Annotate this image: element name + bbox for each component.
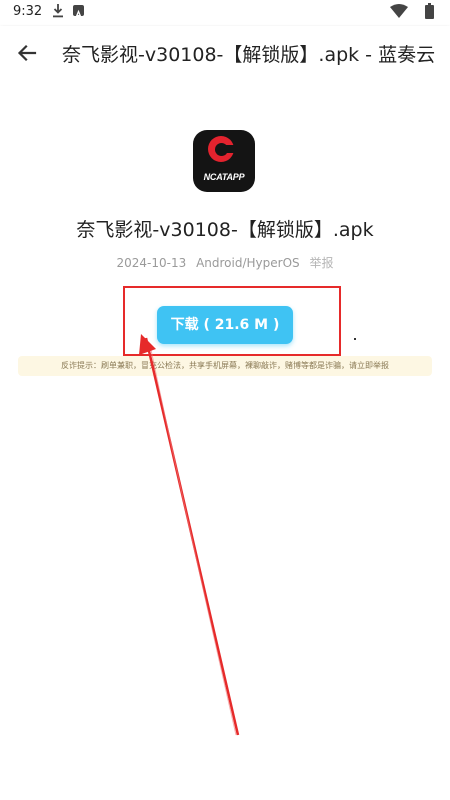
- file-name: 奈飞影视-v30108-【解锁版】.apk: [76, 219, 374, 241]
- wifi-icon: [390, 4, 408, 18]
- app-logo-text: NCATAPP: [203, 172, 245, 182]
- file-meta: 2024-10-13 Android/HyperOS 举报: [0, 254, 450, 271]
- file-platform: Android/HyperOS: [196, 256, 300, 270]
- file-date: 2024-10-13: [116, 256, 187, 270]
- back-button[interactable]: [10, 36, 44, 70]
- report-link[interactable]: 举报: [309, 256, 333, 270]
- arrow-left-icon: [17, 44, 37, 62]
- highlight-box: [123, 286, 341, 356]
- download-icon: [53, 4, 63, 18]
- app-bar: 奈飞影视-v30108-【解锁版】.apk - 蓝奏云: [0, 26, 450, 80]
- app-logo-icon: NCATAPP: [193, 130, 255, 192]
- page-title: 奈飞影视-v30108-【解锁版】.apk - 蓝奏云: [62, 44, 436, 66]
- battery-icon: [425, 3, 434, 19]
- status-time: 9:32: [13, 4, 43, 19]
- file-detail-page: NCATAPP 奈飞影视-v30108-【解锁版】.apk 2024-10-13…: [0, 80, 450, 800]
- status-bar: 9:32: [0, 0, 450, 26]
- anti-fraud-notice: 反诈提示：刷单兼职，冒充公检法，共享手机屏幕，裸聊敲诈，赌博等都是诈骗，请立即举…: [18, 356, 432, 376]
- stray-dot: [354, 338, 356, 340]
- notification-a-icon: [73, 5, 84, 18]
